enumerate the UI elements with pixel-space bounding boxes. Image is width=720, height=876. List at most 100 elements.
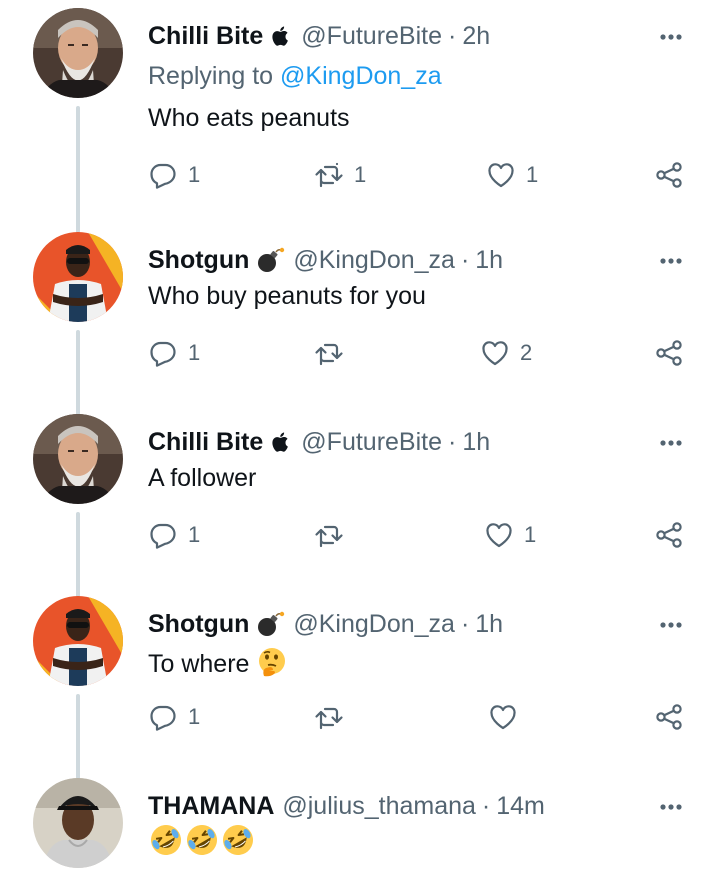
- reply-icon: [150, 523, 176, 549]
- bomb-icon: [255, 247, 285, 273]
- display-name[interactable]: Shotgun: [148, 610, 249, 639]
- like-count: 1: [524, 522, 537, 547]
- thinking-face-emoji: [256, 646, 288, 685]
- replying-to-label: Replying to: [148, 62, 274, 90]
- like-button[interactable]: [488, 702, 528, 732]
- reply-icon: [150, 341, 176, 367]
- separator: ·: [460, 245, 470, 274]
- apple-icon: [269, 429, 293, 455]
- tweet-text: Who eats peanuts: [148, 104, 350, 132]
- tweet[interactable]: THAMANA @julius_thamana · 14m: [0, 778, 720, 876]
- tweet[interactable]: Chilli Bite @FutureBite · 1h A follower …: [0, 414, 720, 604]
- share-button[interactable]: [654, 338, 684, 368]
- separator: ·: [448, 21, 457, 50]
- timestamp[interactable]: 1h: [475, 246, 503, 275]
- retweet-icon: [315, 707, 343, 730]
- reply-count: 1: [188, 522, 201, 547]
- tweet-header: Chilli Bite @FutureBite · 2h: [148, 18, 490, 54]
- reply-button[interactable]: 1: [148, 160, 200, 190]
- tweet-actions: 1: [0, 702, 720, 742]
- rolling-on-floor-laughing-emoji: [148, 822, 184, 865]
- user-handle[interactable]: @KingDon_za: [293, 246, 455, 275]
- tweet-text: A follower: [148, 464, 257, 492]
- timestamp[interactable]: 2h: [462, 22, 490, 51]
- user-handle[interactable]: @KingDon_za: [293, 610, 455, 639]
- like-count: 1: [526, 162, 539, 187]
- avatar[interactable]: [33, 232, 123, 322]
- reply-icon: [150, 705, 176, 731]
- heart-icon: [488, 163, 514, 188]
- retweet-button[interactable]: [314, 702, 354, 732]
- tweet-text: To where: [148, 650, 250, 679]
- heart-icon: [486, 523, 512, 548]
- user-handle[interactable]: @FutureBite: [301, 22, 442, 51]
- rolling-on-floor-laughing-emoji: [220, 822, 256, 865]
- bomb-icon: [255, 611, 285, 637]
- apple-icon: [269, 23, 293, 49]
- retweet-button[interactable]: 1: [314, 160, 366, 190]
- separator: ·: [460, 609, 470, 638]
- share-icon: [656, 704, 682, 730]
- more-options-icon[interactable]: [656, 428, 686, 458]
- tweet-actions: 1 2: [0, 338, 720, 378]
- heart-icon: [490, 705, 516, 730]
- tweet-text-container: To where: [148, 646, 288, 685]
- replying-to: Replying to @KingDon_za: [148, 62, 442, 91]
- retweet-count: 1: [354, 162, 367, 187]
- reply-count: 1: [188, 704, 201, 729]
- tweet[interactable]: Chilli Bite @FutureBite · 2h Replying to…: [0, 8, 720, 242]
- retweet-button[interactable]: [314, 338, 354, 368]
- avatar[interactable]: [33, 596, 123, 686]
- timestamp[interactable]: 1h: [462, 428, 490, 457]
- more-options-icon[interactable]: [656, 246, 686, 276]
- more-options-icon[interactable]: [656, 610, 686, 640]
- heart-icon: [482, 341, 508, 366]
- separator: ·: [448, 427, 457, 456]
- reply-button[interactable]: 1: [148, 702, 200, 732]
- share-icon: [656, 522, 682, 548]
- display-name[interactable]: Shotgun: [148, 246, 249, 275]
- more-options-icon[interactable]: [656, 792, 686, 822]
- tweet-text: Who buy peanuts for you: [148, 282, 426, 310]
- retweet-button[interactable]: [314, 520, 354, 550]
- rolling-on-floor-laughing-emoji: [184, 822, 220, 865]
- more-options-icon[interactable]: [656, 22, 686, 52]
- tweet-header: THAMANA @julius_thamana · 14m: [148, 788, 545, 824]
- reply-icon: [150, 163, 176, 189]
- tweet[interactable]: Shotgun @KingDon_za · 1h To where 1: [0, 596, 720, 786]
- separator: ·: [481, 791, 491, 820]
- timestamp[interactable]: 14m: [496, 792, 545, 821]
- mention-link[interactable]: @KingDon_za: [280, 62, 442, 90]
- reply-count: 1: [188, 340, 201, 365]
- tweet-header: Shotgun @KingDon_za · 1h: [148, 242, 503, 278]
- reply-button[interactable]: 1: [148, 338, 200, 368]
- like-count: 2: [520, 340, 533, 365]
- tweet-actions: 1 1 1: [0, 160, 720, 200]
- avatar[interactable]: [33, 8, 123, 98]
- like-button[interactable]: 1: [484, 520, 536, 550]
- share-icon: [656, 340, 682, 366]
- share-button[interactable]: [654, 520, 684, 550]
- tweet-header: Chilli Bite @FutureBite · 1h: [148, 424, 490, 460]
- user-handle[interactable]: @FutureBite: [301, 428, 442, 457]
- tweet-actions: 1 1: [0, 520, 720, 560]
- retweet-icon: [315, 525, 343, 548]
- like-button[interactable]: 1: [486, 160, 538, 190]
- display-name[interactable]: Chilli Bite: [148, 428, 263, 457]
- avatar[interactable]: [33, 778, 123, 868]
- share-button[interactable]: [654, 702, 684, 732]
- retweet-icon: [315, 162, 343, 188]
- like-button[interactable]: 2: [480, 338, 532, 368]
- share-button[interactable]: [654, 160, 684, 190]
- reply-count: 1: [188, 162, 201, 187]
- share-icon: [656, 162, 682, 188]
- avatar[interactable]: [33, 414, 123, 504]
- user-handle[interactable]: @julius_thamana: [282, 792, 476, 821]
- reply-thread: Chilli Bite @FutureBite · 2h Replying to…: [0, 0, 720, 876]
- tweet-text-container: [148, 822, 256, 865]
- display-name[interactable]: Chilli Bite: [148, 22, 263, 51]
- reply-button[interactable]: 1: [148, 520, 200, 550]
- tweet[interactable]: Shotgun @KingDon_za · 1h Who buy peanuts…: [0, 232, 720, 422]
- display-name[interactable]: THAMANA: [148, 792, 274, 821]
- timestamp[interactable]: 1h: [475, 610, 503, 639]
